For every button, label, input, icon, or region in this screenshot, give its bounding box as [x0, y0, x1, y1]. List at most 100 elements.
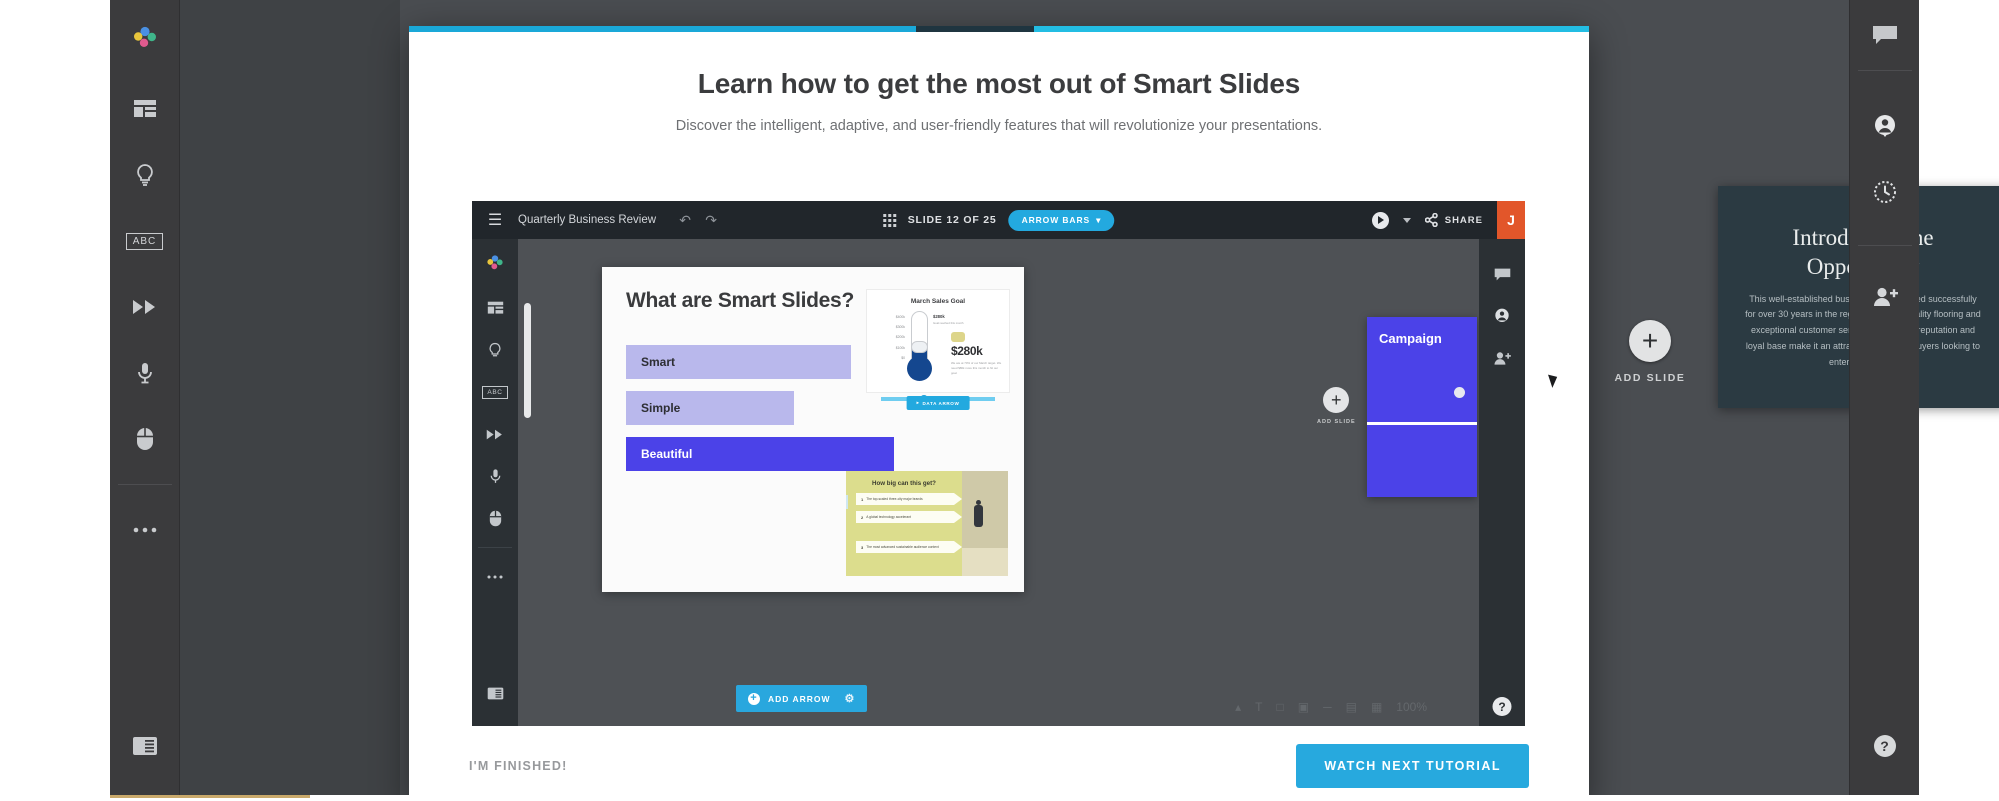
- coins-icon: [951, 332, 965, 342]
- add-arrow-label: ADD ARROW: [768, 693, 831, 704]
- comment-icon[interactable]: [1850, 0, 1920, 70]
- layouts-icon[interactable]: [110, 76, 180, 142]
- how-big-card[interactable]: How big can this get? 1 The top-scaled t…: [846, 471, 1008, 576]
- preview-add-slide[interactable]: + ADD SLIDE: [1317, 387, 1356, 425]
- abc-icon[interactable]: ABC: [110, 208, 180, 274]
- fast-forward-icon[interactable]: [472, 413, 518, 455]
- chart-bar[interactable]: Smart: [626, 345, 851, 379]
- thermometer-widget[interactable]: March Sales Goal $400k $300k $200k $100k…: [866, 289, 1010, 410]
- modal-footer: I'M FINISHED! WATCH NEXT TUTORIAL: [409, 726, 1589, 801]
- redo-icon[interactable]: ↷: [698, 212, 724, 229]
- photo-floor: [962, 548, 1008, 576]
- plus-icon[interactable]: +: [1323, 387, 1350, 413]
- add-person-icon[interactable]: [1479, 337, 1525, 379]
- preview-blue-slide[interactable]: Campaign: [1367, 317, 1477, 497]
- item-number: 2: [861, 514, 864, 520]
- fast-forward-icon[interactable]: [110, 274, 180, 340]
- mouse-icon[interactable]: [472, 497, 518, 539]
- gear-icon[interactable]: ⚙: [845, 692, 856, 705]
- axis-tick: $200k: [895, 335, 905, 340]
- blue-slide-title: Campaign: [1379, 331, 1442, 346]
- image-icon[interactable]: ▣: [1298, 700, 1309, 714]
- plus-icon[interactable]: +: [1629, 320, 1671, 362]
- toolbar-divider: [117, 484, 172, 485]
- comment-icon[interactable]: [1479, 253, 1525, 295]
- preview-format-toolbar: ▴ T □ ▣ ─ ▤ ▦ 100%: [1235, 700, 1427, 714]
- data-arrow-pill[interactable]: ▸ DATA ARROW: [906, 396, 970, 410]
- data-arrow-label: DATA ARROW: [922, 400, 960, 406]
- microphone-icon[interactable]: [110, 340, 180, 406]
- thermometer-bulb: [907, 356, 932, 381]
- account-icon[interactable]: [1479, 295, 1525, 337]
- add-arrow-button[interactable]: + ADD ARROW ⚙: [736, 685, 868, 712]
- app-logo-icon[interactable]: [110, 0, 180, 76]
- share-button[interactable]: SHARE: [1424, 213, 1483, 227]
- notes-panel-icon[interactable]: [472, 672, 518, 714]
- zoom-level[interactable]: 100%: [1396, 700, 1427, 714]
- more-options-icon[interactable]: [472, 556, 518, 598]
- item-text: The top-scaled three-city major brands: [866, 497, 923, 501]
- text-icon[interactable]: T: [1255, 700, 1262, 714]
- item-number: 1: [861, 496, 864, 502]
- thermometer-handle[interactable]: [911, 341, 928, 353]
- hamburger-menu-icon[interactable]: ☰: [472, 210, 518, 230]
- account-icon[interactable]: [1850, 93, 1920, 159]
- add-person-icon[interactable]: [1850, 264, 1920, 330]
- background-add-slide-zone[interactable]: + ADD SLIDE: [1590, 320, 1710, 384]
- axis-tick: $300k: [895, 325, 905, 330]
- preview-topbar-center: SLIDE 12 OF 25 ARROW BARS ▾: [882, 201, 1115, 239]
- help-icon[interactable]: ?: [1492, 697, 1512, 716]
- im-finished-button[interactable]: I'M FINISHED!: [469, 759, 567, 773]
- thermometer-axis: $400k $300k $200k $100k $0: [889, 312, 905, 363]
- mouse-icon[interactable]: [110, 406, 180, 472]
- chart-icon[interactable]: ▤: [1346, 700, 1357, 714]
- how-big-card-item: 1 The top-scaled three-city major brands: [856, 493, 962, 505]
- thumbnail-scrollbar[interactable]: [524, 303, 531, 418]
- avatar[interactable]: J: [1497, 201, 1525, 239]
- thermometer-callout: $280k: [933, 314, 945, 319]
- chart-bar[interactable]: Simple: [626, 391, 794, 425]
- help-icon[interactable]: ?: [1850, 713, 1920, 779]
- shape-icon[interactable]: □: [1277, 700, 1284, 714]
- bottom-status-stripe: [110, 795, 310, 798]
- line-icon[interactable]: ─: [1323, 700, 1332, 714]
- accent-segment-1: [409, 26, 917, 32]
- thermometer-value: $280k: [951, 344, 983, 358]
- present-chevron-down-icon[interactable]: [1402, 217, 1411, 223]
- how-big-card-item: 3 The most advanced sustainable audience…: [856, 541, 962, 553]
- history-icon[interactable]: [1850, 159, 1920, 225]
- chart-bar[interactable]: Beautiful: [626, 437, 894, 471]
- notes-panel-icon[interactable]: [110, 713, 180, 779]
- arrow-bars-chart: Smart Simple Beautiful: [626, 345, 894, 471]
- right-toolbar-divider-2: [1857, 245, 1912, 246]
- item-number: 3: [861, 544, 864, 550]
- slide-canvas[interactable]: What are Smart Slides? Smart Simple Beau…: [602, 267, 1024, 592]
- abc-icon[interactable]: ABC: [472, 371, 518, 413]
- plus-icon: +: [748, 692, 760, 705]
- modal-subtitle: Discover the intelligent, adaptive, and …: [675, 118, 1323, 134]
- preview-toolbar-divider: [478, 547, 512, 548]
- left-toolbar: ABC: [110, 0, 180, 801]
- right-toolbar-divider-1: [1857, 70, 1912, 71]
- mode-badge[interactable]: ARROW BARS ▾: [1008, 209, 1115, 231]
- how-big-card-photo: [962, 471, 1008, 576]
- present-icon[interactable]: [1371, 211, 1389, 229]
- preview-right-toolbar: ?: [1479, 239, 1525, 726]
- layouts-icon[interactable]: [472, 287, 518, 329]
- chart-bar-label: Beautiful: [641, 447, 693, 461]
- grid-view-icon[interactable]: [882, 213, 896, 227]
- axis-tick: $0: [901, 355, 905, 360]
- more-options-icon[interactable]: [110, 497, 180, 563]
- data-arrow-icon: ▸: [916, 400, 920, 405]
- watch-next-tutorial-button[interactable]: WATCH NEXT TUTORIAL: [1296, 744, 1529, 788]
- table-icon[interactable]: ▦: [1371, 700, 1382, 714]
- screen-root: + ADD SLIDE Introducing the Opportunity …: [0, 0, 1999, 801]
- page-title: Learn how to get the most out of Smart S…: [697, 68, 1301, 99]
- pointer-icon[interactable]: ▴: [1235, 700, 1241, 714]
- undo-icon[interactable]: ↶: [672, 212, 698, 229]
- app-logo-icon[interactable]: [472, 239, 518, 287]
- microphone-icon[interactable]: [472, 455, 518, 497]
- lightbulb-icon[interactable]: [472, 329, 518, 371]
- lightbulb-icon[interactable]: [110, 142, 180, 208]
- modal-header: Learn how to get the most out of Smart S…: [409, 32, 1589, 134]
